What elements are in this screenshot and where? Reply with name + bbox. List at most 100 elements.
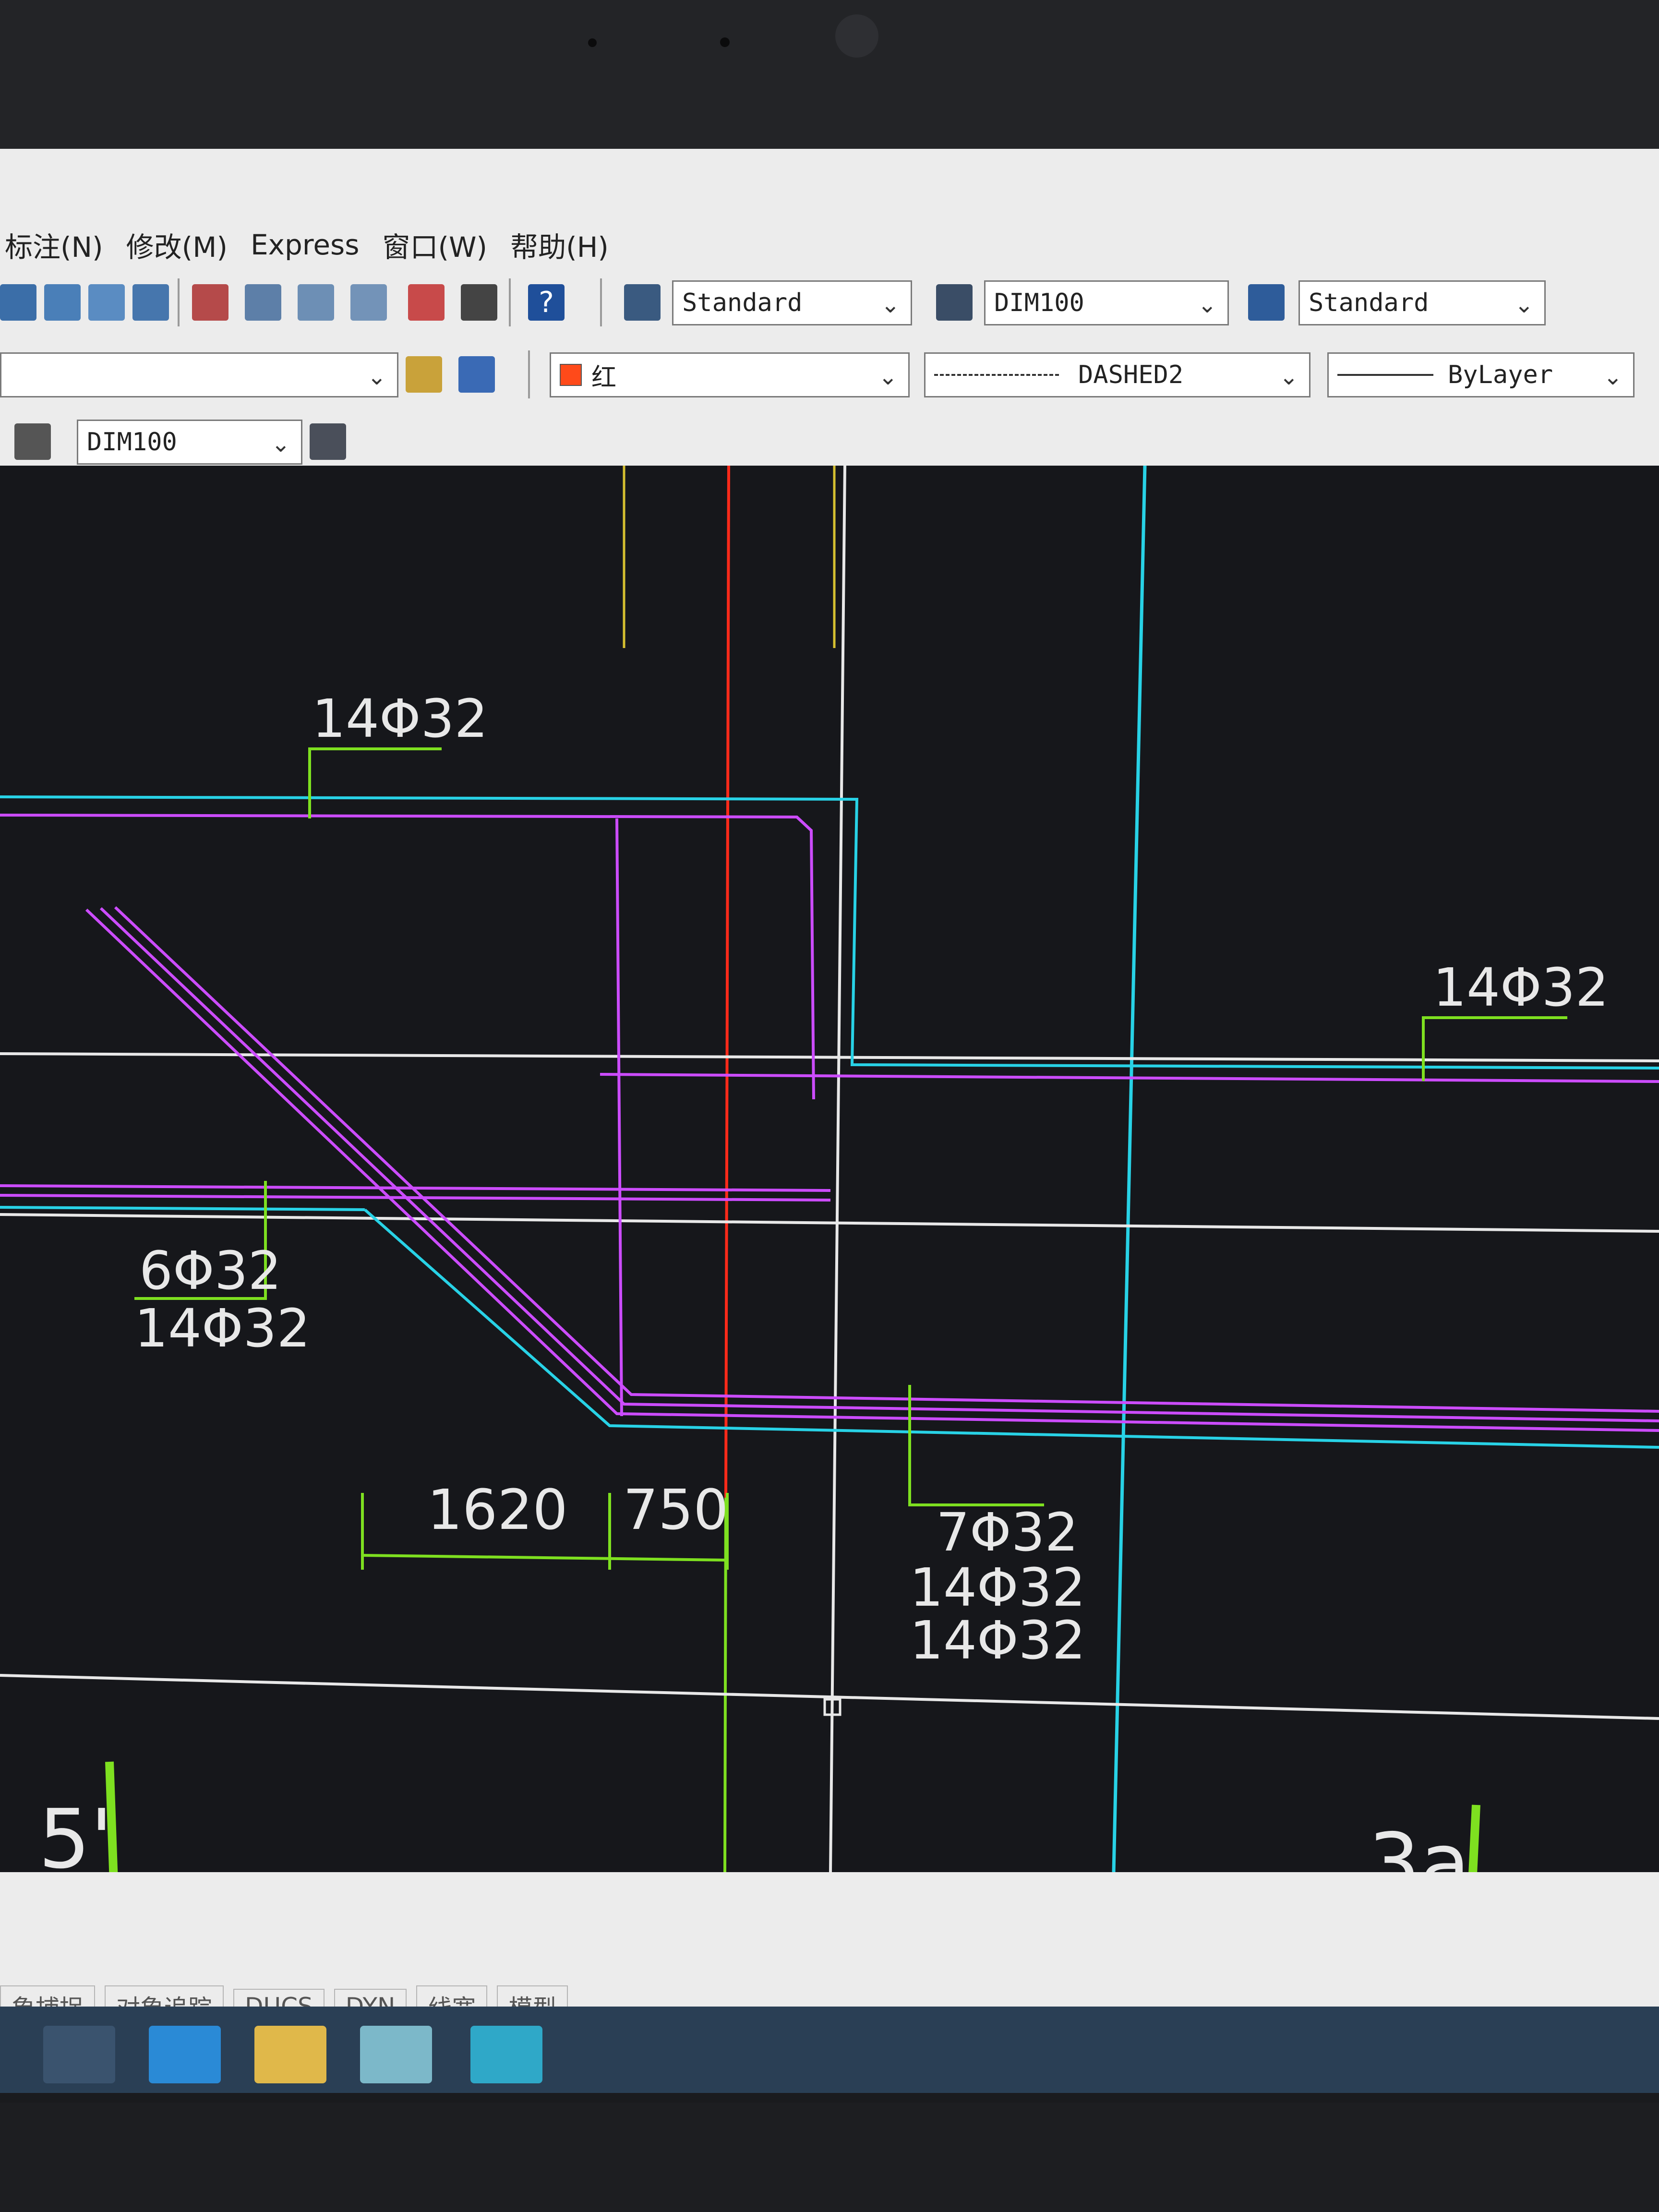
chevron-down-icon: ⌄ bbox=[1514, 291, 1534, 318]
red-vertical-line bbox=[724, 466, 730, 1498]
menu-bar: 标注(N) 修改(M) Express 窗口(W) 帮助(H) bbox=[0, 211, 627, 278]
white-vertical-line bbox=[829, 466, 846, 1872]
menu-help[interactable]: 帮助(H) bbox=[505, 225, 627, 265]
white-horizontal-line-1 bbox=[0, 1052, 1659, 1062]
label-mid-3: 14Φ32 bbox=[910, 1610, 1086, 1671]
magenta-diagonal-3 bbox=[114, 906, 1659, 1413]
task-view-icon[interactable] bbox=[43, 2026, 115, 2083]
monitor-bezel-top bbox=[0, 0, 1659, 149]
sheet-set-icon[interactable] bbox=[350, 284, 387, 321]
lineweight-preview bbox=[1337, 374, 1433, 376]
chevron-down-icon: ⌄ bbox=[878, 363, 898, 390]
dim-style-dropdown-2[interactable]: DIM100 ⌄ bbox=[77, 420, 302, 465]
chevron-down-icon: ⌄ bbox=[367, 363, 386, 390]
linetype-preview bbox=[934, 374, 1059, 376]
chevron-down-icon: ⌄ bbox=[1279, 363, 1298, 390]
layer-dropdown[interactable]: ⌄ bbox=[0, 352, 398, 397]
label-top-left: 14Φ32 bbox=[312, 688, 488, 749]
help-icon[interactable]: ? bbox=[528, 284, 565, 321]
chevron-down-icon: ⌄ bbox=[1603, 363, 1623, 390]
dim-style-icon[interactable] bbox=[936, 284, 973, 321]
dimension-edit-icon[interactable] bbox=[14, 423, 51, 460]
lineweight-dropdown[interactable]: ByLayer ⌄ bbox=[1327, 352, 1635, 397]
dim-style-manager-icon[interactable] bbox=[310, 423, 346, 460]
linetype-value: DASHED2 bbox=[1078, 361, 1184, 389]
toolbar-dimension: DIM100 ⌄ bbox=[0, 408, 1659, 475]
white-horizontal-line-3 bbox=[0, 1674, 1659, 1720]
monitor-bezel-bottom bbox=[0, 2103, 1659, 2212]
chevron-down-icon: ⌄ bbox=[1197, 291, 1217, 318]
leader-right bbox=[1422, 1016, 1567, 1081]
layer-manager-icon[interactable] bbox=[406, 356, 442, 393]
table-style-dropdown[interactable]: Standard ⌄ bbox=[1298, 280, 1546, 325]
chevron-down-icon: ⌄ bbox=[271, 431, 290, 457]
calculator-icon[interactable] bbox=[461, 284, 497, 321]
label-left-2: 14Φ32 bbox=[134, 1298, 311, 1359]
drawing-canvas[interactable]: 14Φ32 14Φ32 6Φ32 14Φ32 7Φ32 14Φ32 14Φ32 … bbox=[0, 466, 1659, 1872]
taskbar bbox=[0, 2007, 1659, 2093]
color-swatch bbox=[560, 364, 582, 386]
color-dropdown[interactable]: 红 ⌄ bbox=[550, 352, 910, 397]
text-style-icon[interactable] bbox=[624, 284, 661, 321]
axis-label-left: 5' bbox=[38, 1792, 113, 1872]
menu-window[interactable]: 窗口(W) bbox=[377, 225, 505, 265]
toolbar-separator bbox=[509, 278, 511, 326]
cyan-vertical-line bbox=[1112, 466, 1147, 1872]
color-value: 红 bbox=[591, 363, 617, 392]
menu-express[interactable]: Express bbox=[246, 228, 377, 261]
label-right: 14Φ32 bbox=[1433, 957, 1609, 1018]
cyan-bar-left bbox=[0, 1206, 365, 1211]
toolbar-separator bbox=[178, 278, 180, 326]
dim-line bbox=[362, 1554, 728, 1562]
zoom-window-icon[interactable] bbox=[44, 284, 81, 321]
sensor-dot bbox=[588, 38, 597, 47]
table-style-icon[interactable] bbox=[1248, 284, 1285, 321]
screen: 标注(N) 修改(M) Express 窗口(W) 帮助(H) ? Standa… bbox=[0, 149, 1659, 2093]
dim-text-1620: 1620 bbox=[427, 1478, 568, 1542]
edge-browser-icon[interactable] bbox=[149, 2026, 221, 2083]
toolbar-separator bbox=[600, 278, 602, 326]
linetype-dropdown[interactable]: DASHED2 ⌄ bbox=[924, 352, 1310, 397]
table-style-value: Standard bbox=[1309, 289, 1429, 317]
zoom-previous-icon[interactable] bbox=[88, 284, 125, 321]
toolbar-separator bbox=[528, 350, 530, 398]
text-style-dropdown[interactable]: Standard ⌄ bbox=[672, 280, 912, 325]
menu-modify[interactable]: 修改(M) bbox=[121, 225, 246, 265]
chevron-down-icon: ⌄ bbox=[880, 291, 900, 318]
menu-dimension[interactable]: 标注(N) bbox=[0, 225, 121, 265]
zoom-realtime-icon[interactable] bbox=[0, 284, 36, 321]
label-mid-2: 14Φ32 bbox=[910, 1557, 1086, 1618]
camera-icon bbox=[835, 14, 878, 58]
app-taskbar-icon[interactable] bbox=[470, 2026, 542, 2083]
cyan-outline-top bbox=[0, 795, 1659, 1070]
lineweight-value: ByLayer bbox=[1448, 361, 1553, 389]
tool-palettes-icon[interactable] bbox=[298, 284, 334, 321]
text-style-value: Standard bbox=[682, 289, 803, 317]
magenta-bar-left-2 bbox=[0, 1194, 831, 1202]
leader-mid bbox=[908, 1385, 1044, 1506]
dim-style-dropdown[interactable]: DIM100 ⌄ bbox=[984, 280, 1229, 325]
design-center-icon[interactable] bbox=[245, 284, 281, 321]
layer-previous-icon[interactable] bbox=[458, 356, 495, 393]
dim-style-value: DIM100 bbox=[994, 289, 1084, 317]
label-left-1: 6Φ32 bbox=[139, 1240, 282, 1301]
magenta-vertical bbox=[615, 818, 623, 1417]
file-explorer-icon[interactable] bbox=[254, 2026, 326, 2083]
label-mid-1: 7Φ32 bbox=[936, 1502, 1079, 1563]
axis-label-right: 3a bbox=[1368, 1816, 1470, 1872]
drawing-svg: 14Φ32 14Φ32 6Φ32 14Φ32 7Φ32 14Φ32 14Φ32 … bbox=[0, 466, 1659, 1872]
markup-icon[interactable] bbox=[408, 284, 445, 321]
toolbar-standard: ? Standard ⌄ DIM100 ⌄ Standard ⌄ bbox=[0, 269, 1659, 336]
autocad-taskbar-icon[interactable] bbox=[360, 2026, 432, 2083]
properties-icon[interactable] bbox=[192, 284, 228, 321]
green-vertical-line bbox=[723, 1497, 727, 1872]
dim-style-value-2: DIM100 bbox=[87, 428, 177, 457]
magenta-diagonal-2 bbox=[99, 907, 1659, 1422]
toolbar-layers-properties: ⌄ 红 ⌄ DASHED2 ⌄ ByLayer ⌄ bbox=[0, 341, 1659, 408]
white-horizontal-line-2 bbox=[0, 1213, 1659, 1233]
zoom-extent-icon[interactable] bbox=[132, 284, 169, 321]
magenta-diagonal-1 bbox=[85, 908, 1659, 1432]
sensor-dot bbox=[720, 37, 730, 47]
leader-top-left bbox=[308, 747, 442, 818]
magenta-bar-right bbox=[600, 1073, 1659, 1083]
